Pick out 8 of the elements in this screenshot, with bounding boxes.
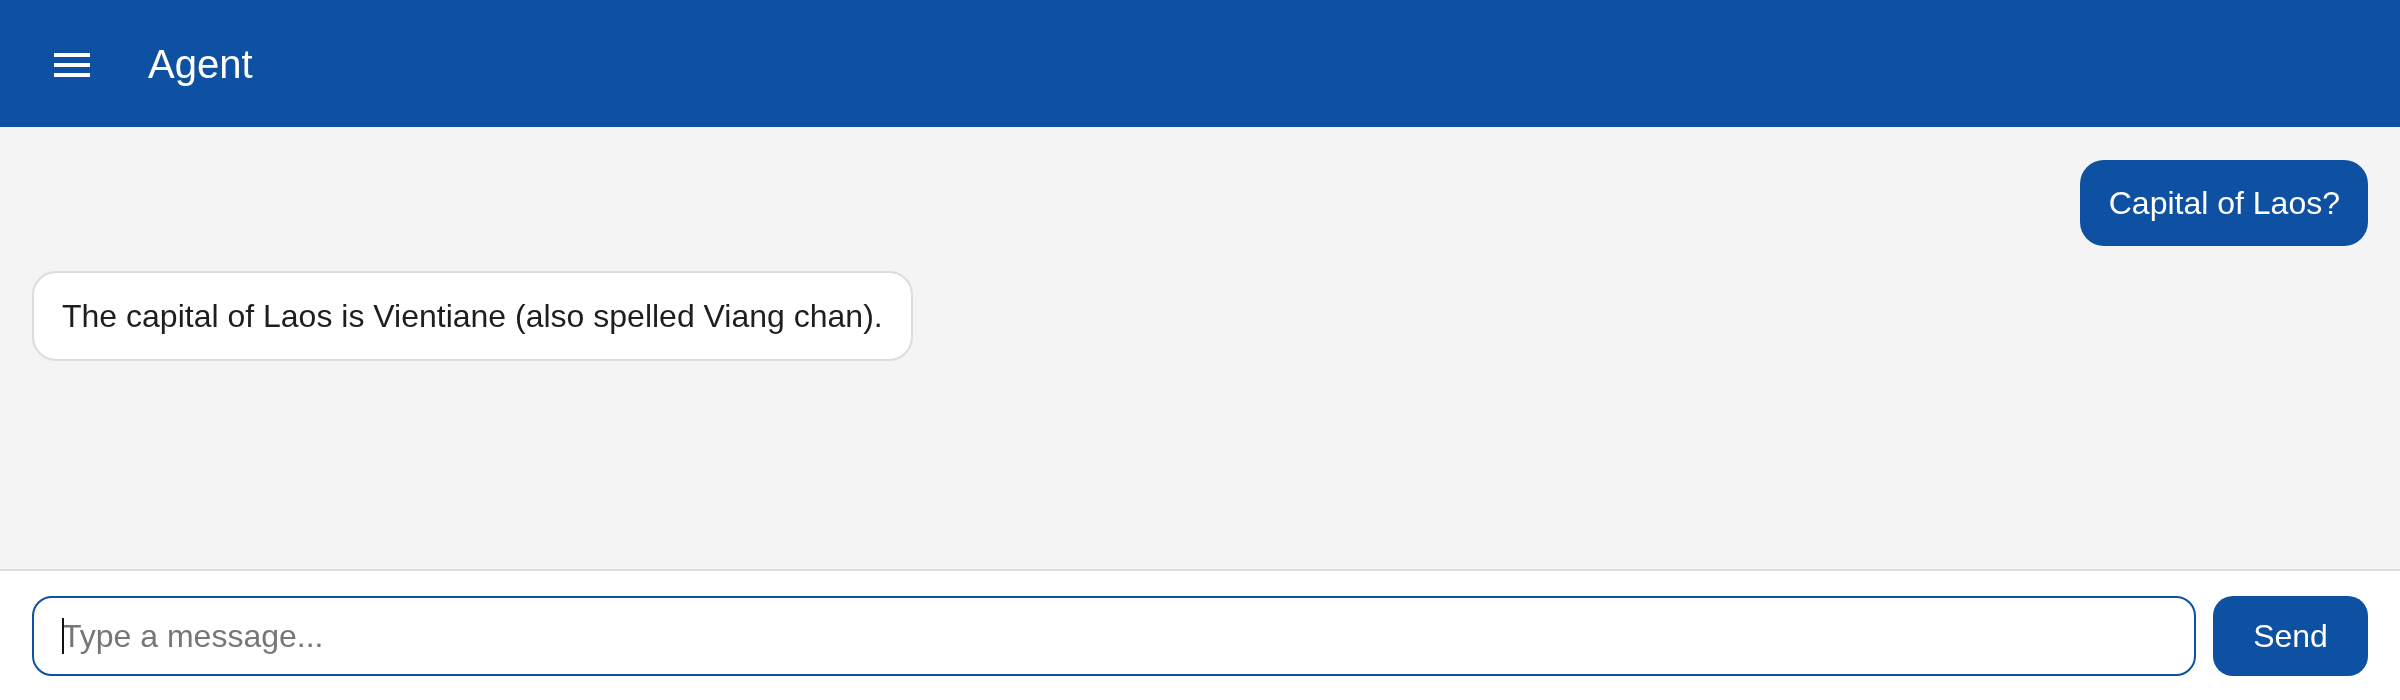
menu-icon	[54, 52, 90, 77]
message-input[interactable]: Type a message...	[32, 596, 2196, 676]
app-title: Agent	[148, 40, 253, 87]
user-message-bubble: Capital of Laos?	[2079, 160, 2368, 246]
text-cursor-icon	[62, 618, 64, 654]
menu-button[interactable]	[54, 52, 90, 77]
send-button[interactable]: Send	[2213, 596, 2368, 676]
assistant-message-bubble: The capital of Laos is Vientiane (also spelled Viang chan).	[32, 271, 913, 361]
